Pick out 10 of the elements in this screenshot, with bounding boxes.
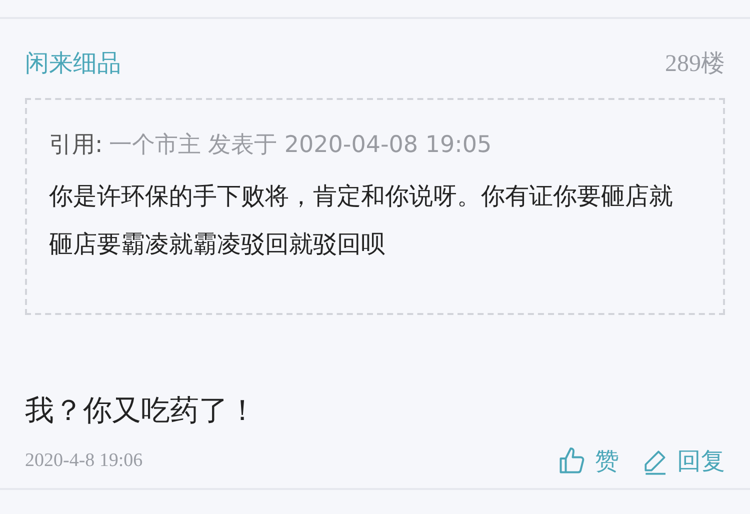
post-time: 2020-4-8 19:06	[25, 450, 143, 472]
quote-text: 你是许环保的手下败将，肯定和你说呀。你有证你要砸店就砸店要霸凌就霸凌驳回就驳回呗	[49, 181, 674, 260]
like-button[interactable]: 赞	[557, 445, 619, 477]
quote-meta: 一个市主 发表于 2020-04-08 19:05	[108, 131, 492, 160]
post-body: 我？你又吃药了！	[25, 392, 258, 429]
thumbs-up-icon	[557, 446, 587, 476]
floor-number: 289楼	[665, 50, 725, 79]
quote-label: 引用:	[49, 131, 103, 160]
reply-button[interactable]: 回复	[641, 445, 725, 477]
author-name[interactable]: 闲来细品	[25, 47, 121, 79]
